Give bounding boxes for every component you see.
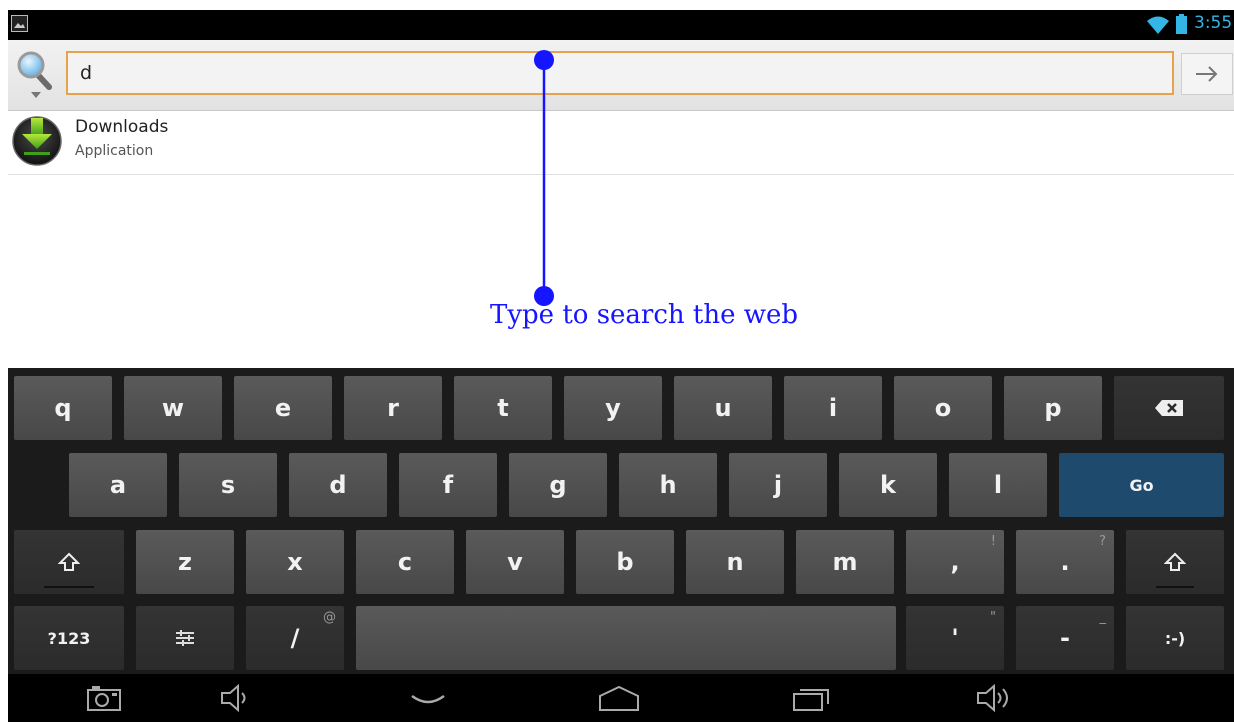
- key-h[interactable]: h: [619, 453, 717, 517]
- key-dash[interactable]: - _: [1016, 606, 1114, 670]
- key-comma-label: ,: [950, 548, 960, 576]
- symbols-key[interactable]: ?123: [14, 606, 124, 670]
- key-m[interactable]: m: [796, 530, 894, 594]
- volume-up-icon[interactable]: [974, 682, 1022, 714]
- volume-down-icon[interactable]: [218, 682, 258, 714]
- key-slash[interactable]: / @: [246, 606, 344, 670]
- shift-icon: [58, 552, 80, 571]
- key-n[interactable]: n: [686, 530, 784, 594]
- key-b[interactable]: b: [576, 530, 674, 594]
- key-q[interactable]: q: [14, 376, 112, 440]
- key-k[interactable]: k: [839, 453, 937, 517]
- result-title: Downloads: [75, 117, 169, 137]
- recent-apps-icon[interactable]: [790, 682, 834, 714]
- key-period-hint: ?: [1099, 534, 1106, 549]
- key-g[interactable]: g: [509, 453, 607, 517]
- key-i[interactable]: i: [784, 376, 882, 440]
- shift-key-left[interactable]: [14, 530, 124, 594]
- key-apostrophe-hint: ": [990, 610, 996, 625]
- camera-icon[interactable]: [84, 682, 124, 714]
- key-d[interactable]: d: [289, 453, 387, 517]
- key-slash-label: /: [290, 624, 300, 652]
- key-j[interactable]: j: [729, 453, 827, 517]
- navigation-bar: [8, 674, 1234, 722]
- key-y[interactable]: y: [564, 376, 662, 440]
- home-icon[interactable]: [596, 682, 642, 714]
- key-period[interactable]: . ?: [1016, 530, 1114, 594]
- smiley-key[interactable]: :-): [1126, 606, 1224, 670]
- annotation-label: Type to search the web: [490, 300, 799, 330]
- go-key[interactable]: Go: [1059, 453, 1224, 517]
- key-apostrophe-label: ': [951, 624, 959, 652]
- download-icon: [12, 116, 62, 166]
- wifi-icon: [1147, 16, 1169, 34]
- key-t[interactable]: t: [454, 376, 552, 440]
- search-bar: [8, 40, 1234, 111]
- shift-key-right[interactable]: [1126, 530, 1224, 594]
- shift-icon: [1164, 552, 1186, 571]
- key-f[interactable]: f: [399, 453, 497, 517]
- screenshot-icon: [11, 15, 28, 32]
- settings-key[interactable]: [136, 606, 234, 670]
- backspace-key[interactable]: [1114, 376, 1224, 440]
- sliders-icon: [176, 630, 194, 646]
- backspace-icon: [1155, 400, 1183, 416]
- result-subtitle: Application: [75, 143, 154, 159]
- list-item[interactable]: Downloads Application: [8, 112, 1234, 175]
- magnifier-icon[interactable]: [16, 51, 52, 91]
- chevron-down-icon[interactable]: [31, 92, 41, 98]
- key-apostrophe[interactable]: ' ": [906, 606, 1004, 670]
- key-p[interactable]: p: [1004, 376, 1102, 440]
- status-bar: 3:55: [8, 10, 1234, 40]
- key-comma[interactable]: , !: [906, 530, 1004, 594]
- key-a[interactable]: a: [69, 453, 167, 517]
- key-comma-hint: !: [990, 534, 996, 549]
- arrow-right-icon: [1196, 66, 1218, 82]
- back-icon[interactable]: [408, 682, 448, 714]
- key-u[interactable]: u: [674, 376, 772, 440]
- key-dash-label: -: [1060, 624, 1070, 652]
- soft-keyboard: q w e r t y u i o p a s d f g h j k l Go…: [8, 368, 1234, 674]
- spacebar[interactable]: [356, 606, 896, 670]
- key-w[interactable]: w: [124, 376, 222, 440]
- search-go-button[interactable]: [1181, 53, 1233, 95]
- key-slash-hint: @: [323, 610, 336, 625]
- key-r[interactable]: r: [344, 376, 442, 440]
- key-l[interactable]: l: [949, 453, 1047, 517]
- key-z[interactable]: z: [136, 530, 234, 594]
- battery-icon: [1176, 14, 1187, 34]
- key-s[interactable]: s: [179, 453, 277, 517]
- search-input[interactable]: [66, 51, 1174, 95]
- clock: 3:55: [1194, 13, 1233, 33]
- key-v[interactable]: v: [466, 530, 564, 594]
- key-o[interactable]: o: [894, 376, 992, 440]
- key-dash-hint: _: [1099, 610, 1107, 625]
- key-e[interactable]: e: [234, 376, 332, 440]
- key-c[interactable]: c: [356, 530, 454, 594]
- key-period-label: .: [1060, 548, 1070, 576]
- key-x[interactable]: x: [246, 530, 344, 594]
